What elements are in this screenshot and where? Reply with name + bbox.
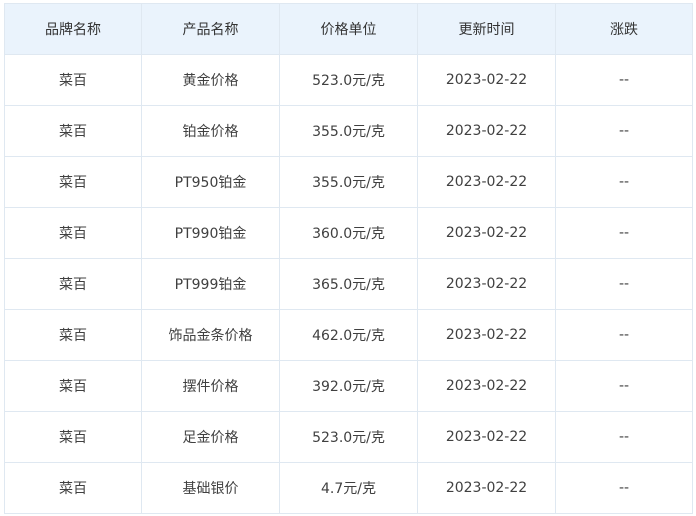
cell-product: 黄金价格 <box>141 54 280 106</box>
cell-date: 2023-02-22 <box>417 411 556 463</box>
header-update-time: 更新时间 <box>417 3 556 55</box>
cell-product: PT999铂金 <box>141 258 280 310</box>
cell-change: -- <box>555 258 693 310</box>
cell-date: 2023-02-22 <box>417 207 556 259</box>
cell-price: 355.0元/克 <box>279 105 418 157</box>
cell-price: 523.0元/克 <box>279 411 418 463</box>
cell-change: -- <box>555 54 693 106</box>
cell-brand: 菜百 <box>4 105 142 157</box>
cell-change: -- <box>555 309 693 361</box>
cell-date: 2023-02-22 <box>417 156 556 208</box>
table-row: 菜百 足金价格 523.0元/克 2023-02-22 -- <box>4 411 693 463</box>
cell-brand: 菜百 <box>4 207 142 259</box>
cell-change: -- <box>555 411 693 463</box>
cell-change: -- <box>555 462 693 514</box>
table-row: 菜百 饰品金条价格 462.0元/克 2023-02-22 -- <box>4 309 693 361</box>
cell-date: 2023-02-22 <box>417 360 556 412</box>
cell-price: 4.7元/克 <box>279 462 418 514</box>
cell-brand: 菜百 <box>4 360 142 412</box>
cell-change: -- <box>555 207 693 259</box>
cell-brand: 菜百 <box>4 309 142 361</box>
cell-product: PT950铂金 <box>141 156 280 208</box>
cell-change: -- <box>555 156 693 208</box>
cell-product: 摆件价格 <box>141 360 280 412</box>
cell-date: 2023-02-22 <box>417 309 556 361</box>
header-change: 涨跌 <box>555 3 693 55</box>
cell-brand: 菜百 <box>4 258 142 310</box>
table-header: 品牌名称 产品名称 价格单位 更新时间 涨跌 <box>4 3 693 55</box>
cell-product: PT990铂金 <box>141 207 280 259</box>
cell-price: 462.0元/克 <box>279 309 418 361</box>
cell-date: 2023-02-22 <box>417 462 556 514</box>
cell-change: -- <box>555 105 693 157</box>
table-row: 菜百 PT990铂金 360.0元/克 2023-02-22 -- <box>4 207 693 259</box>
cell-price: 392.0元/克 <box>279 360 418 412</box>
cell-product: 铂金价格 <box>141 105 280 157</box>
cell-date: 2023-02-22 <box>417 105 556 157</box>
header-brand: 品牌名称 <box>4 3 142 55</box>
header-price-unit: 价格单位 <box>279 3 418 55</box>
gold-price-table: 品牌名称 产品名称 价格单位 更新时间 涨跌 菜百 黄金价格 523.0元/克 … <box>4 3 693 514</box>
table-row: 菜百 基础银价 4.7元/克 2023-02-22 -- <box>4 462 693 514</box>
table-row: 菜百 铂金价格 355.0元/克 2023-02-22 -- <box>4 105 693 157</box>
cell-product: 饰品金条价格 <box>141 309 280 361</box>
cell-price: 365.0元/克 <box>279 258 418 310</box>
cell-brand: 菜百 <box>4 54 142 106</box>
cell-date: 2023-02-22 <box>417 258 556 310</box>
cell-product: 足金价格 <box>141 411 280 463</box>
cell-price: 355.0元/克 <box>279 156 418 208</box>
cell-brand: 菜百 <box>4 462 142 514</box>
table-row: 菜百 PT999铂金 365.0元/克 2023-02-22 -- <box>4 258 693 310</box>
header-row: 品牌名称 产品名称 价格单位 更新时间 涨跌 <box>4 3 693 55</box>
table-row: 菜百 PT950铂金 355.0元/克 2023-02-22 -- <box>4 156 693 208</box>
cell-price: 523.0元/克 <box>279 54 418 106</box>
cell-date: 2023-02-22 <box>417 54 556 106</box>
table-body: 菜百 黄金价格 523.0元/克 2023-02-22 -- 菜百 铂金价格 3… <box>4 54 693 514</box>
cell-brand: 菜百 <box>4 411 142 463</box>
cell-brand: 菜百 <box>4 156 142 208</box>
table-row: 菜百 黄金价格 523.0元/克 2023-02-22 -- <box>4 54 693 106</box>
cell-change: -- <box>555 360 693 412</box>
cell-price: 360.0元/克 <box>279 207 418 259</box>
table-row: 菜百 摆件价格 392.0元/克 2023-02-22 -- <box>4 360 693 412</box>
header-product: 产品名称 <box>141 3 280 55</box>
cell-product: 基础银价 <box>141 462 280 514</box>
